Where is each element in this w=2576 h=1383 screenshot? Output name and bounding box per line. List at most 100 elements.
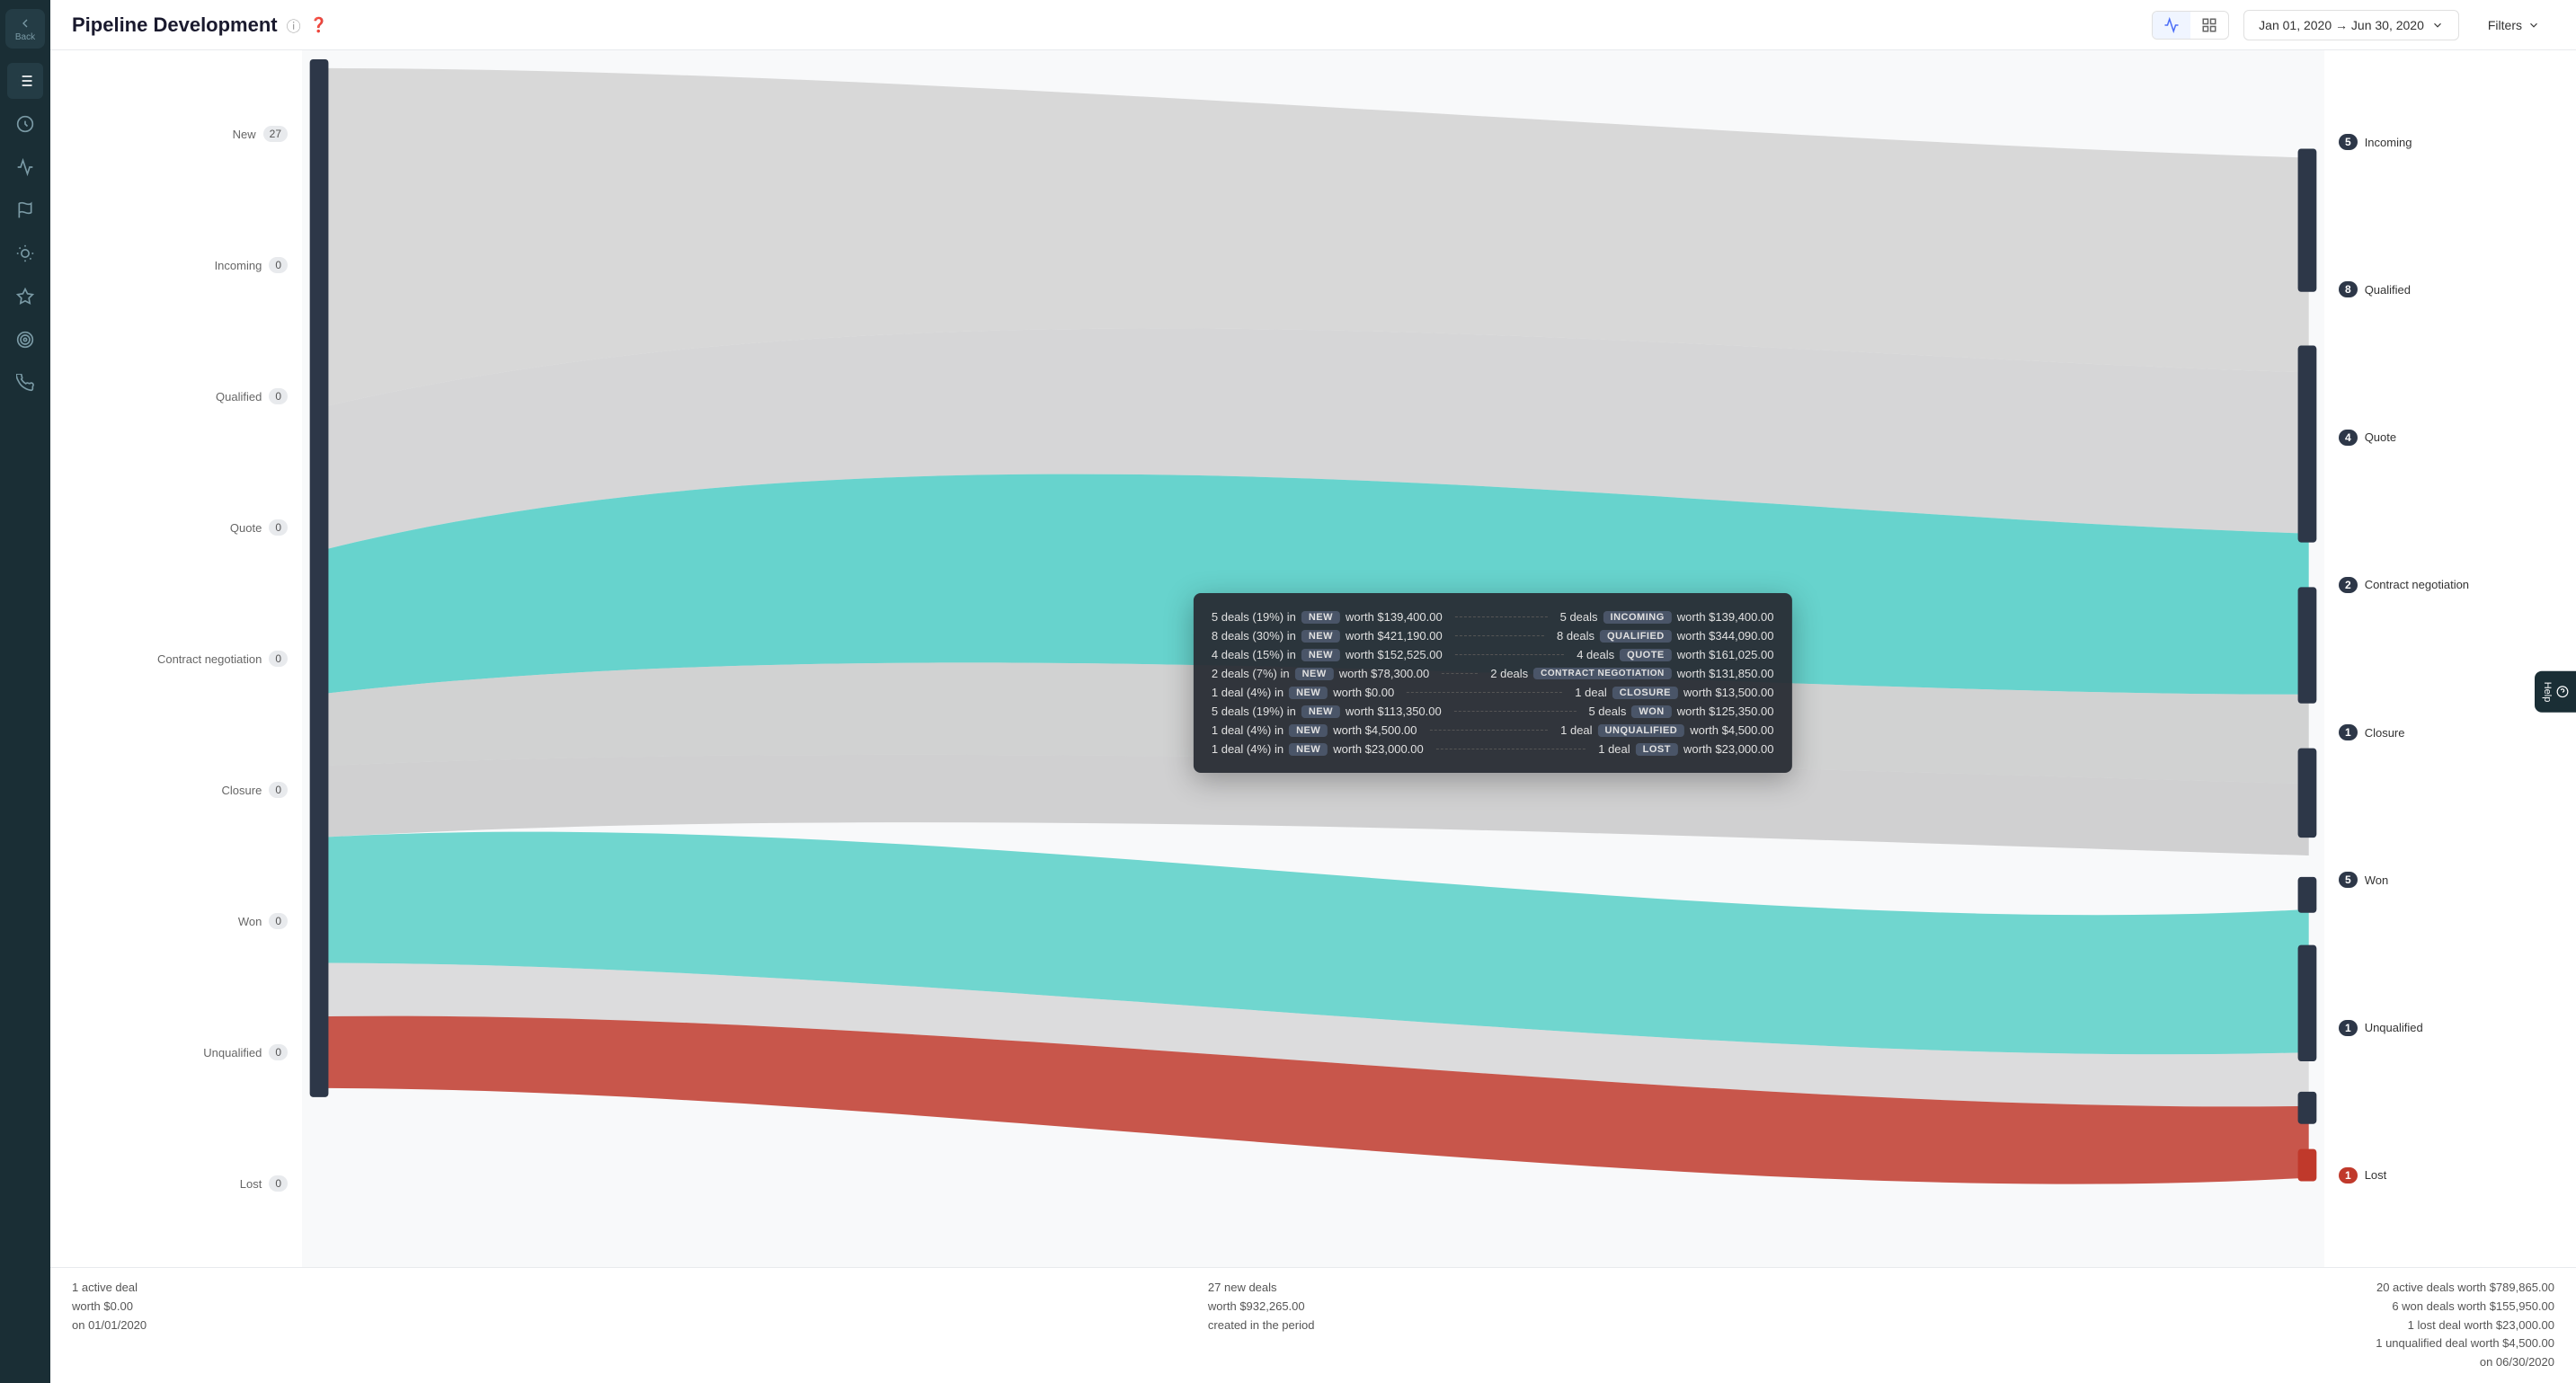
left-label-unqualified-text: Unqualified	[203, 1046, 262, 1059]
back-label: Back	[15, 32, 35, 42]
left-label-unqualified-count: 0	[269, 1044, 288, 1060]
left-label-closure: Closure 0	[65, 782, 288, 798]
left-label-incoming-text: Incoming	[215, 259, 262, 272]
tooltip-row-contract: 2 deals (7%) in NEW worth $78,300.00 2 d…	[1212, 664, 1774, 683]
left-label-won-count: 0	[269, 913, 288, 929]
footer-left-3: on 01/01/2020	[72, 1317, 147, 1335]
footer-center-1: 27 new deals	[1208, 1279, 1315, 1298]
left-label-new: New 27	[65, 126, 288, 142]
left-label-closure-text: Closure	[222, 784, 262, 797]
left-label-new-text: New	[233, 128, 256, 141]
footer-right-2: 6 won deals worth $155,950.00	[2376, 1298, 2554, 1317]
footer-right-1: 20 active deals worth $789,865.00	[2376, 1279, 2554, 1298]
list-view-button[interactable]	[2153, 12, 2190, 39]
sidebar-item-targets[interactable]	[7, 322, 43, 358]
right-label-closure: 1 Closure	[2339, 724, 2562, 740]
info-button[interactable]: ⓘ	[287, 14, 301, 36]
right-label-contract-count: 2	[2339, 577, 2358, 593]
right-label-closure-text: Closure	[2365, 726, 2405, 740]
sidebar-item-favorites[interactable]	[7, 279, 43, 315]
sankey-chart: 5 deals (19%) in NEW worth $139,400.00 5…	[302, 50, 2324, 1267]
right-label-lost-count: 1	[2339, 1167, 2358, 1184]
right-label-lost-text: Lost	[2365, 1168, 2387, 1182]
right-label-quote-text: Quote	[2365, 430, 2396, 444]
right-label-lost: 1 Lost	[2339, 1167, 2562, 1184]
help-button[interactable]: ❓	[310, 16, 328, 34]
left-label-quote: Quote 0	[65, 519, 288, 536]
chart-wrapper: New 27 Incoming 0 Qualified 0 Quote 0 Co…	[50, 50, 2576, 1267]
left-label-qualified-text: Qualified	[216, 390, 262, 403]
help-label: Help	[2542, 681, 2553, 702]
left-label-contract: Contract negotiation 0	[65, 651, 288, 667]
left-label-unqualified: Unqualified 0	[65, 1044, 288, 1060]
footer-right-5: on 06/30/2020	[2376, 1353, 2554, 1372]
tooltip: 5 deals (19%) in NEW worth $139,400.00 5…	[1194, 593, 1792, 773]
tooltip-row-won: 5 deals (19%) in NEW worth $113,350.00 5…	[1212, 702, 1774, 721]
right-label-quote: 4 Quote	[2339, 430, 2562, 446]
tooltip-row-closure: 1 deal (4%) in NEW worth $0.00 1 deal CL…	[1212, 683, 1774, 702]
header: Pipeline Development ⓘ ❓ Jan 01, 2020 → …	[50, 0, 2576, 50]
right-label-qualified: 8 Qualified	[2339, 281, 2562, 297]
left-label-lost-count: 0	[269, 1175, 288, 1192]
sidebar-item-analytics[interactable]	[7, 149, 43, 185]
footer-center-3: created in the period	[1208, 1317, 1315, 1335]
left-label-incoming: Incoming 0	[65, 257, 288, 273]
right-label-unqualified-text: Unqualified	[2365, 1021, 2423, 1034]
tooltip-row-quote: 4 deals (15%) in NEW worth $152,525.00 4…	[1212, 645, 1774, 664]
tooltip-row-incoming: 5 deals (19%) in NEW worth $139,400.00 5…	[1212, 607, 1774, 626]
title-text: Pipeline Development	[72, 13, 278, 37]
right-label-unqualified: 1 Unqualified	[2339, 1020, 2562, 1036]
footer-right: 20 active deals worth $789,865.00 6 won …	[2376, 1279, 2554, 1372]
sidebar-item-dashboard[interactable]	[7, 106, 43, 142]
right-labels: 5 Incoming 8 Qualified 4 Quote 2 Contrac…	[2324, 50, 2576, 1267]
date-range-text: Jan 01, 2020 → Jun 30, 2020	[2259, 18, 2424, 32]
sidebar: Back	[0, 0, 50, 1383]
help-floating-button[interactable]: Help	[2535, 670, 2576, 713]
right-label-quote-count: 4	[2339, 430, 2358, 446]
date-range-picker[interactable]: Jan 01, 2020 → Jun 30, 2020	[2243, 10, 2459, 40]
footer-left: 1 active deal worth $0.00 on 01/01/2020	[72, 1279, 147, 1334]
left-label-won-text: Won	[238, 915, 262, 928]
main-content: Pipeline Development ⓘ ❓ Jan 01, 2020 → …	[50, 0, 2576, 1383]
sidebar-item-phone[interactable]	[7, 365, 43, 401]
left-label-new-count: 27	[263, 126, 288, 142]
page-title: Pipeline Development ⓘ ❓	[72, 13, 2152, 37]
right-label-qualified-count: 8	[2339, 281, 2358, 297]
footer-center: 27 new deals worth $932,265.00 created i…	[1208, 1279, 1315, 1334]
filters-button[interactable]: Filters	[2474, 11, 2554, 40]
view-toggle	[2152, 11, 2229, 40]
left-label-quote-count: 0	[269, 519, 288, 536]
right-label-incoming-count: 5	[2339, 134, 2358, 150]
left-label-incoming-count: 0	[269, 257, 288, 273]
footer-center-2: worth $932,265.00	[1208, 1298, 1315, 1317]
left-label-lost: Lost 0	[65, 1175, 288, 1192]
right-label-won-count: 5	[2339, 872, 2358, 888]
grid-view-button[interactable]	[2190, 12, 2228, 39]
left-label-qualified-count: 0	[269, 388, 288, 404]
header-controls: Jan 01, 2020 → Jun 30, 2020 Filters	[2152, 10, 2554, 40]
content-area: New 27 Incoming 0 Qualified 0 Quote 0 Co…	[50, 50, 2576, 1383]
left-label-won: Won 0	[65, 913, 288, 929]
left-label-closure-count: 0	[269, 782, 288, 798]
right-label-incoming: 5 Incoming	[2339, 134, 2562, 150]
sidebar-item-goals[interactable]	[7, 192, 43, 228]
tooltip-row-unqualified: 1 deal (4%) in NEW worth $4,500.00 1 dea…	[1212, 721, 1774, 740]
sidebar-item-pipeline[interactable]	[7, 63, 43, 99]
right-label-qualified-text: Qualified	[2365, 283, 2411, 297]
right-label-contract: 2 Contract negotiation	[2339, 577, 2562, 593]
footer-right-4: 1 unqualified deal worth $4,500.00	[2376, 1334, 2554, 1353]
filters-label: Filters	[2488, 18, 2522, 32]
tooltip-row-qualified: 8 deals (30%) in NEW worth $421,190.00 8…	[1212, 626, 1774, 645]
right-label-contract-text: Contract negotiation	[2365, 578, 2469, 591]
right-label-unqualified-count: 1	[2339, 1020, 2358, 1036]
back-button[interactable]: Back	[5, 9, 45, 49]
footer: 1 active deal worth $0.00 on 01/01/2020 …	[50, 1267, 2576, 1383]
left-label-lost-text: Lost	[240, 1177, 262, 1191]
left-label-contract-count: 0	[269, 651, 288, 667]
footer-right-3: 1 lost deal worth $23,000.00	[2376, 1317, 2554, 1335]
right-label-incoming-text: Incoming	[2365, 136, 2412, 149]
left-labels: New 27 Incoming 0 Qualified 0 Quote 0 Co…	[50, 50, 302, 1267]
footer-left-1: 1 active deal	[72, 1279, 147, 1298]
sidebar-item-ideas[interactable]	[7, 235, 43, 271]
tooltip-row-lost: 1 deal (4%) in NEW worth $23,000.00 1 de…	[1212, 740, 1774, 758]
